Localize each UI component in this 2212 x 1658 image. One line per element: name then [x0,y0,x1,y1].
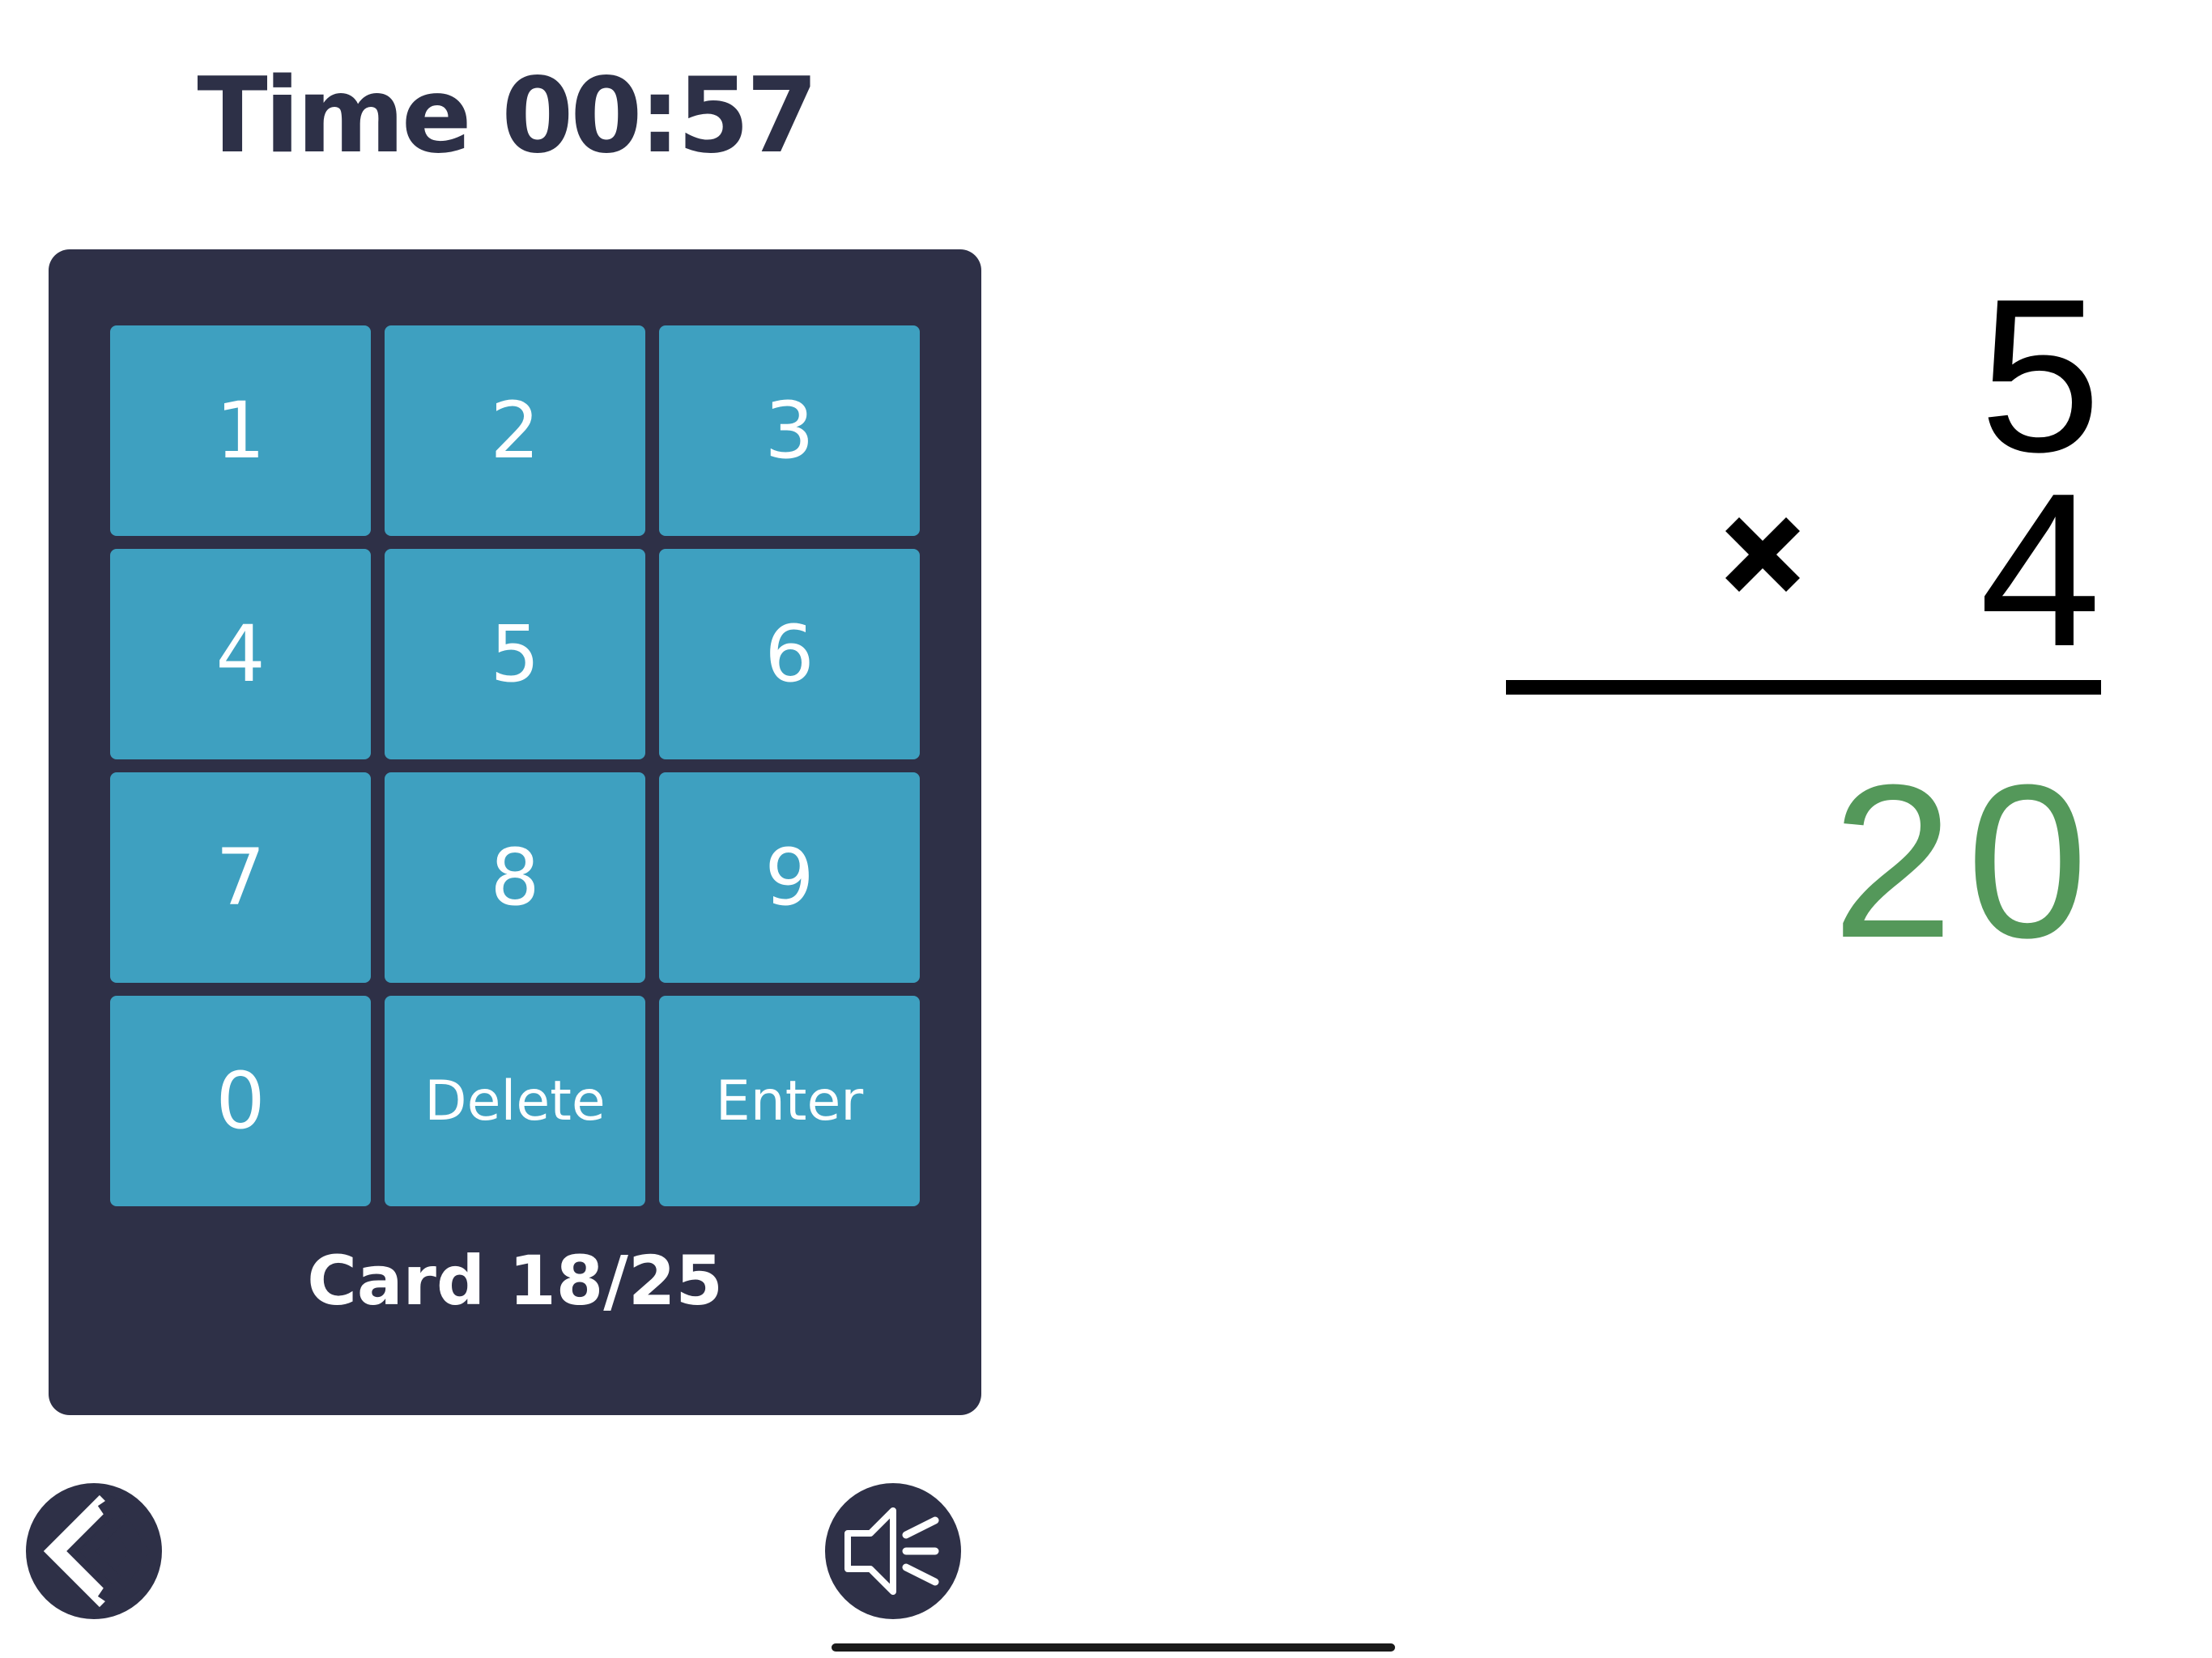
delete-button[interactable]: Delete [385,996,645,1206]
key-0[interactable]: 0 [110,996,371,1206]
keypad-panel: 1 2 3 4 5 6 7 8 9 0 Delete Enter Card 18… [49,249,981,1415]
result-line [1506,680,2101,695]
multiply-icon [1725,517,1800,592]
key-6[interactable]: 6 [659,549,920,759]
key-5[interactable]: 5 [385,549,645,759]
timer: Time 00:57 [197,56,818,176]
math-problem: 5 4 20 [1506,267,2101,996]
key-7[interactable]: 7 [110,772,371,983]
back-arrow-icon [43,1494,151,1608]
enter-button[interactable]: Enter [659,996,920,1206]
key-8[interactable]: 8 [385,772,645,983]
card-counter: Card 18/25 [307,1241,723,1320]
back-button[interactable] [26,1483,162,1619]
answer: 20 [1831,740,2101,984]
key-3[interactable]: 3 [659,325,920,536]
key-2[interactable]: 2 [385,325,645,536]
home-indicator[interactable] [832,1643,1395,1652]
key-1[interactable]: 1 [110,325,371,536]
key-4[interactable]: 4 [110,549,371,759]
bottom-operand: 4 [1979,449,2101,692]
speaker-icon [844,1507,939,1595]
key-9[interactable]: 9 [659,772,920,983]
sound-button[interactable] [825,1483,961,1619]
